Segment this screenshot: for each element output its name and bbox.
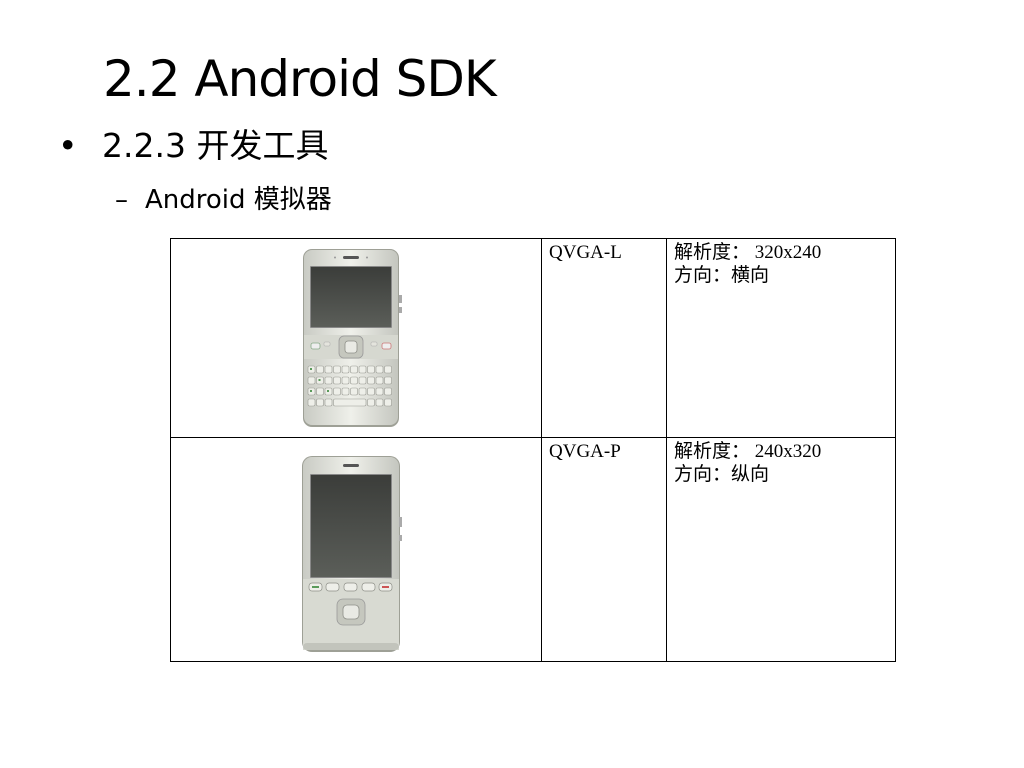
phone-image-cell — [170, 238, 542, 438]
table-row: QVGA-L 解析度： 320x240 方向：横向 — [170, 238, 896, 438]
resolution-text: 解析度： 240x320 — [674, 441, 822, 462]
bullet-level1-text: 2.2.3 开发工具 — [102, 126, 329, 165]
skin-spec-cell: 解析度： 240x320 方向：纵向 — [666, 437, 896, 662]
skin-name-cell: QVGA-P — [541, 437, 667, 662]
skin-name: QVGA-L — [549, 242, 622, 263]
landscape-phone-image — [303, 249, 402, 427]
skin-spec-cell: 解析度： 320x240 方向：横向 — [666, 238, 896, 438]
phone-image-cell — [170, 437, 542, 662]
skin-name: QVGA-P — [549, 441, 621, 462]
orientation-text: 方向：纵向 — [674, 464, 770, 485]
emulator-skins-table: QVGA-L 解析度： 320x240 方向：横向 QVGA-P 解析度： 24… — [170, 238, 896, 662]
bullet-level2-text: Android 模拟器 — [145, 185, 332, 215]
table-row: QVGA-P 解析度： 240x320 方向：纵向 — [170, 437, 896, 662]
portrait-phone-image — [302, 456, 402, 652]
bullet-dot-icon: • — [58, 126, 78, 165]
resolution-text: 解析度： 320x240 — [674, 242, 822, 263]
dash-bullet-icon: – — [115, 185, 128, 215]
orientation-text: 方向：横向 — [674, 265, 770, 286]
slide-title: 2.2 Android SDK — [103, 50, 497, 108]
bullet-level1: • 2.2.3 开发工具 — [58, 122, 328, 170]
bullet-level2: – Android 模拟器 — [115, 180, 332, 220]
skin-name-cell: QVGA-L — [541, 238, 667, 438]
